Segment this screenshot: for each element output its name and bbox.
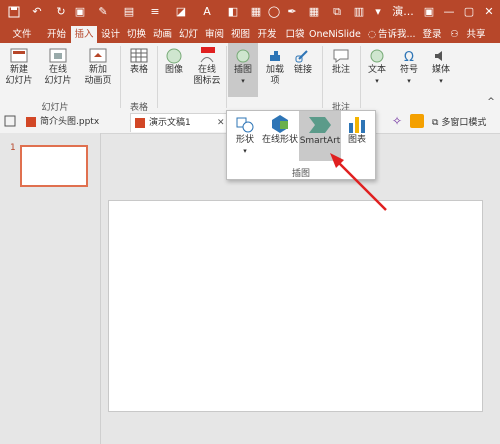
tab-slideshow[interactable]: 幻灯 [176,26,201,43]
symbol-button[interactable]: Ω 符号 ▾ [395,47,423,87]
tab-view[interactable]: 视图 [228,26,253,43]
tab-design[interactable]: 设计 [98,26,123,43]
close-tab-icon[interactable]: ✕ [217,114,225,132]
ribbon: 新建 幻灯片 在线 幻灯片 新加 动画页 幻灯片 表格 表格 图像 在线 图标云… [0,43,500,113]
tab-file[interactable]: 文件 [7,26,37,43]
addins-icon [270,51,280,61]
text-highlight-icon[interactable]: ▤ [118,3,140,21]
divider [360,46,361,108]
links-button[interactable]: 链接 [290,47,316,76]
collapse-ribbon-icon[interactable]: ^ [486,97,496,108]
window-icon: ⧉ [432,118,439,128]
new-slide-icon [10,48,28,63]
settings-icon[interactable] [410,114,424,128]
image-icon [166,48,182,64]
new-animation-page-button[interactable]: 新加 动画页 [80,47,116,87]
shapes-button[interactable]: 形状 ▾ [231,113,259,157]
online-icons-button[interactable]: 在线 图标云 [190,47,224,87]
text-fill-icon[interactable]: ◪ [170,3,192,21]
ribbon-tabs: 文件 开始 插入 设计 切换 动画 幻灯 审阅 视图 开发 口袋 OneN iS… [0,26,500,44]
tab-transitions[interactable]: 切换 [124,26,149,43]
link-icon [295,50,308,63]
tab-pocket[interactable]: 口袋 [282,26,308,43]
undo-icon[interactable]: ↶ [27,3,47,21]
maximize-icon[interactable]: ▢ [460,3,478,21]
pptx-file-icon [135,118,145,128]
close-icon[interactable]: ✕ [480,3,498,21]
tab-review[interactable]: 审阅 [202,26,227,43]
slide-thumbnail[interactable] [20,145,88,187]
dock-icon[interactable] [4,115,18,129]
circle-icon[interactable]: ◯ [266,3,282,21]
comment-icon [333,49,349,63]
annotation-arrow [330,153,387,211]
smartart-icon [309,117,331,133]
illustrations-button[interactable]: 插图 ▾ [228,43,258,97]
images-button[interactable]: 图像 [160,47,188,76]
icon-cloud-icon [200,47,215,63]
customize-quick-access-icon[interactable]: ▾ [372,3,384,21]
tab-animations[interactable]: 动画 [150,26,175,43]
grid-icon[interactable]: ▦ [248,3,264,21]
format-painter-icon[interactable]: ✎ [92,3,114,21]
omega-icon: Ω [404,50,414,65]
tab-islide[interactable]: iSlide [334,26,362,43]
start-slideshow-icon[interactable]: ▣ [72,3,88,21]
online-slides-button[interactable]: 在线 幻灯片 [40,47,76,87]
tab-developer[interactable]: 开发 [254,26,280,43]
divider [226,46,227,108]
person-icon: ⚇ [450,29,459,40]
tell-me-search[interactable]: 告诉我... [378,26,416,43]
layout-icon[interactable]: ▥ [350,3,368,21]
window-title: 演... [392,5,414,18]
lightbulb-icon: ◌ [367,29,377,40]
table-button[interactable]: 表格 [124,47,154,76]
share-button[interactable]: 共享 [461,26,491,43]
doc-tab-file1[interactable]: 简介头图.pptx [22,113,140,131]
multi-window-button[interactable]: ⧉ 多窗口模式 [432,115,486,128]
comment-button[interactable]: 批注 [326,47,356,76]
save-icon[interactable] [6,3,22,21]
media-button[interactable]: 媒体 ▾ [427,47,455,87]
chart-icon [349,117,365,133]
table-icon [130,48,148,63]
crop-icon[interactable]: ⧉ [328,3,346,21]
text-icon [370,49,384,63]
minimize-icon[interactable]: — [440,3,458,21]
sign-in-link[interactable]: 登录 [420,26,444,43]
tab-home[interactable]: 开始 [43,26,70,43]
pptx-file-icon [26,117,36,127]
addins-button[interactable]: 加载 项 [262,47,288,87]
doc-tab-file2[interactable]: 演示文稿1 ✕ [130,113,240,132]
slide-canvas[interactable] [108,200,483,412]
align-icon[interactable]: ≡ [144,3,166,21]
online-slide-icon [49,48,67,63]
table-icon[interactable]: ▦ [305,3,323,21]
divider [157,46,158,108]
redo-icon[interactable]: ↻ [53,3,69,21]
online-shapes-icon [272,115,288,133]
tab-insert[interactable]: 插入 [71,26,97,44]
ribbon-display-icon[interactable]: ▣ [420,3,438,21]
tab-onenote[interactable]: OneN [309,26,335,43]
pen-icon[interactable]: ✒ [284,3,300,21]
chart-button[interactable]: 图表 [343,113,371,146]
divider [322,46,323,108]
animation-page-icon [89,48,107,63]
font-color-icon[interactable]: A [196,3,218,21]
new-slide-button[interactable]: 新建 幻灯片 [2,47,36,87]
svg-text:Ω: Ω [404,50,414,65]
speaker-icon [435,51,442,61]
title-bar: ↶ ↻ ▣ ✎ ▤ ≡ ◪ A ◧ ▦ ◯ ✒ ▦ ⧉ ▥ ▾ 演... ▣ —… [0,0,500,26]
text-button[interactable]: 文本 ▾ [363,47,391,87]
slide-number: 1 [10,143,16,153]
pane-divider [100,133,101,444]
divider [120,46,121,108]
sparkle-icon[interactable]: ✧ [392,114,402,128]
shapes-icon [236,117,254,133]
illustrations-icon [236,49,250,63]
shape-fill-icon[interactable]: ◧ [222,3,244,21]
slide-thumbnail-pane: 1 [0,133,100,444]
online-shapes-button[interactable]: 在线形状 [261,113,299,146]
